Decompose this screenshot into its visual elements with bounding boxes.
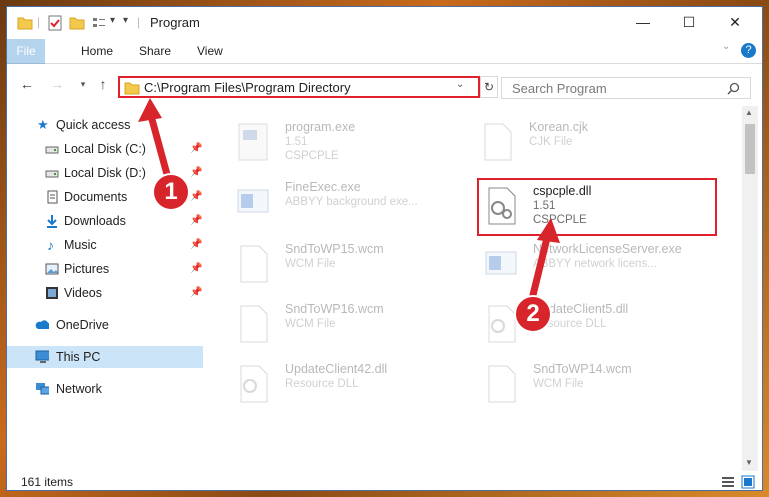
callout-2: 2 [514, 295, 552, 333]
arrow-1 [146, 108, 172, 182]
callout-1: 1 [152, 173, 190, 211]
annotation-arrows [138, 98, 560, 299]
arrow-2-head [537, 218, 560, 243]
arrow-2 [529, 230, 552, 299]
arrow-1-head [138, 98, 162, 122]
